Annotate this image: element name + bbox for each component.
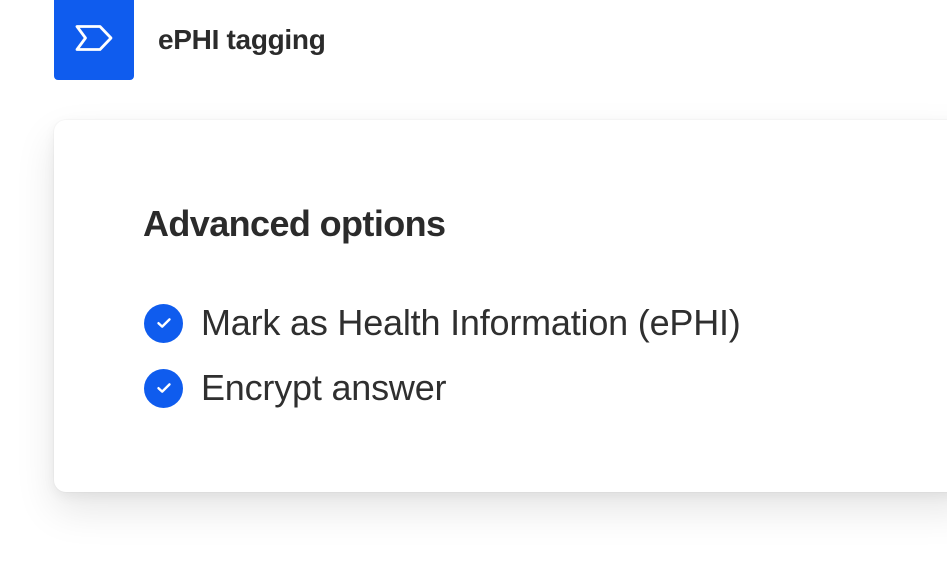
- option-label: Mark as Health Information (ePHI): [201, 302, 741, 343]
- option-encrypt-answer[interactable]: Encrypt answer: [144, 367, 741, 408]
- tag-badge: [54, 0, 134, 80]
- option-label: Encrypt answer: [201, 367, 447, 408]
- check-icon[interactable]: [144, 303, 183, 343]
- card-title: Advanced options: [143, 203, 446, 244]
- advanced-options-card: Advanced options Mark as Health Informat…: [54, 120, 947, 492]
- option-mark-ephi[interactable]: Mark as Health Information (ePHI): [144, 302, 741, 343]
- page-header: ePHI tagging: [54, 0, 326, 80]
- option-list: Mark as Health Information (ePHI) Encryp…: [144, 302, 741, 408]
- tag-icon: [72, 23, 116, 58]
- page-title: ePHI tagging: [158, 24, 326, 55]
- check-icon[interactable]: [144, 368, 183, 408]
